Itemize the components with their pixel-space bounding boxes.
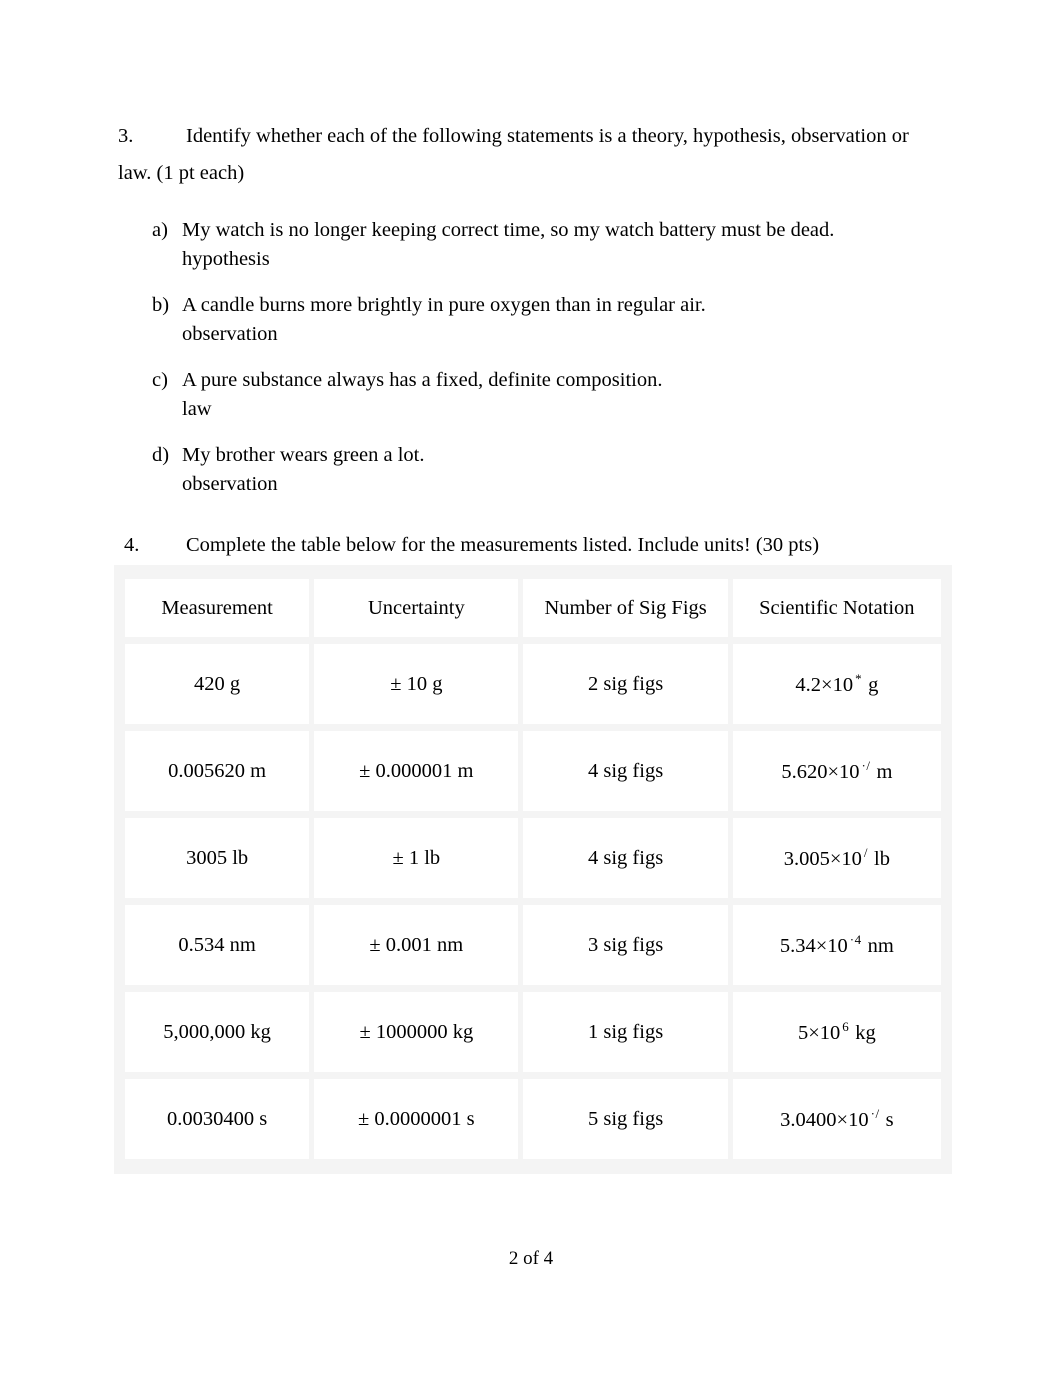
sub-item-body: A candle burns more brightly in pure oxy… (182, 290, 942, 348)
measurements-table-container: Measurement Uncertainty Number of Sig Fi… (114, 565, 952, 1174)
cell-measurement: 0.005620 m (125, 731, 310, 811)
question-4-block: 4. Complete the table below for the measu… (124, 530, 944, 560)
list-item: a) My watch is no longer keeping correct… (152, 215, 942, 273)
sci-exponent: ·/ (861, 758, 871, 774)
table-row: 0.534 nm ± 0.001 nm 3 sig figs 5.34×10·4… (125, 905, 941, 985)
sci-exponent: * (855, 671, 863, 687)
sub-item-answer: observation (182, 323, 278, 345)
table-row: 420 g ± 10 g 2 sig figs 4.2×10 * g (125, 644, 941, 724)
sci-mantissa: 5.620×10 (781, 760, 860, 783)
sub-item-letter: c) (152, 369, 168, 391)
cell-uncertainty: ± 0.000001 m (314, 731, 519, 811)
sub-item-letter: d) (152, 444, 170, 466)
sci-unit: nm (867, 934, 894, 957)
cell-scientific-notation: 5×10 6 kg (732, 992, 941, 1072)
cell-measurement: 3005 lb (125, 818, 310, 898)
cell-scientific-notation: 5.34×10·4 nm (732, 905, 941, 985)
page-footer: 2 of 4 (0, 1248, 1062, 1270)
cell-uncertainty: ± 1 lb (314, 818, 519, 898)
list-item: d) My brother wears green a lot. observa… (152, 440, 942, 498)
sci-exponent: / (863, 845, 869, 861)
cell-scientific-notation: 3.0400×10 ·/ s (732, 1079, 941, 1159)
document-page: 3. Identify whether each of the following… (0, 0, 1062, 1377)
list-item: b) A candle burns more brightly in pure … (152, 290, 942, 348)
cell-sig-figs: 4 sig figs (523, 818, 728, 898)
sub-item-answer: observation (182, 473, 278, 495)
sub-item-body: My brother wears green a lot. observatio… (182, 440, 942, 498)
sub-item-answer: hypothesis (182, 248, 270, 270)
cell-scientific-notation: 4.2×10 * g (732, 644, 941, 724)
sci-unit: s (885, 1108, 894, 1131)
sci-mantissa: 3.0400×10 (780, 1108, 869, 1131)
table-header-row: Measurement Uncertainty Number of Sig Fi… (125, 579, 941, 637)
question-3-sub-list: a) My watch is no longer keeping correct… (152, 215, 942, 515)
sci-unit: m (876, 760, 893, 783)
cell-sig-figs: 1 sig figs (523, 992, 728, 1072)
sci-unit: g (868, 673, 879, 696)
cell-uncertainty: ± 10 g (314, 644, 519, 724)
table-row: 0.0030400 s ± 0.0000001 s 5 sig figs 3.0… (125, 1079, 941, 1159)
question-4-prompt: 4. Complete the table below for the measu… (124, 530, 944, 560)
question-4-prompt-text: Complete the table below for the measure… (186, 534, 820, 556)
cell-uncertainty: ± 1000000 kg (314, 992, 519, 1072)
sci-exponent: ·/ (870, 1106, 880, 1122)
cell-sig-figs: 5 sig figs (523, 1079, 728, 1159)
sci-exponent: ·4 (849, 932, 862, 948)
sub-item-statement: My watch is no longer keeping correct ti… (182, 219, 835, 241)
cell-sig-figs: 3 sig figs (523, 905, 728, 985)
sub-item-letter: b) (152, 294, 170, 316)
sci-mantissa: 3.005×10 (783, 847, 862, 870)
list-item: c) A pure substance always has a fixed, … (152, 365, 942, 423)
cell-sig-figs: 4 sig figs (523, 731, 728, 811)
cell-scientific-notation: 3.005×10/ lb (732, 818, 941, 898)
question-3-prompt: 3. Identify whether each of the following… (118, 118, 930, 192)
cell-uncertainty: ± 0.001 nm (314, 905, 519, 985)
page-number-label: 2 of 4 (508, 1248, 554, 1269)
cell-uncertainty: ± 0.0000001 s (314, 1079, 519, 1159)
sub-item-answer: law (182, 398, 212, 420)
question-3-number: 3. (118, 125, 134, 147)
sci-mantissa: 5.34×10 (779, 934, 848, 957)
sub-item-statement: My brother wears green a lot. (182, 444, 425, 466)
sub-item-statement: A pure substance always has a fixed, def… (182, 369, 663, 391)
column-header-measurement: Measurement (125, 579, 310, 637)
cell-measurement: 0.0030400 s (125, 1079, 310, 1159)
column-header-scientific-notation: Scientific Notation (732, 579, 941, 637)
sub-item-statement: A candle burns more brightly in pure oxy… (182, 294, 706, 316)
cell-measurement: 5,000,000 kg (125, 992, 310, 1072)
cell-scientific-notation: 5.620×10 ·/ m (732, 731, 941, 811)
table-row: 0.005620 m ± 0.000001 m 4 sig figs 5.620… (125, 731, 941, 811)
cell-measurement: 0.534 nm (125, 905, 310, 985)
sci-mantissa: 5×10 (797, 1021, 841, 1044)
sci-mantissa: 4.2×10 (795, 673, 854, 696)
question-3-block: 3. Identify whether each of the following… (118, 118, 930, 192)
sub-item-body: My watch is no longer keeping correct ti… (182, 215, 942, 273)
sci-unit: lb (874, 847, 890, 870)
sub-item-letter: a) (152, 219, 168, 241)
question-3-prompt-text: Identify whether each of the following s… (118, 125, 909, 184)
measurements-table: Measurement Uncertainty Number of Sig Fi… (120, 572, 946, 1166)
table-row: 5,000,000 kg ± 1000000 kg 1 sig figs 5×1… (125, 992, 941, 1072)
cell-sig-figs: 2 sig figs (523, 644, 728, 724)
table-row: 3005 lb ± 1 lb 4 sig figs 3.005×10/ lb (125, 818, 941, 898)
sci-exponent: 6 (842, 1019, 850, 1035)
question-4-number: 4. (124, 534, 140, 556)
cell-measurement: 420 g (125, 644, 310, 724)
column-header-uncertainty: Uncertainty (314, 579, 519, 637)
sub-item-body: A pure substance always has a fixed, def… (182, 365, 942, 423)
sci-unit: kg (855, 1021, 876, 1044)
column-header-sig-figs: Number of Sig Figs (523, 579, 728, 637)
